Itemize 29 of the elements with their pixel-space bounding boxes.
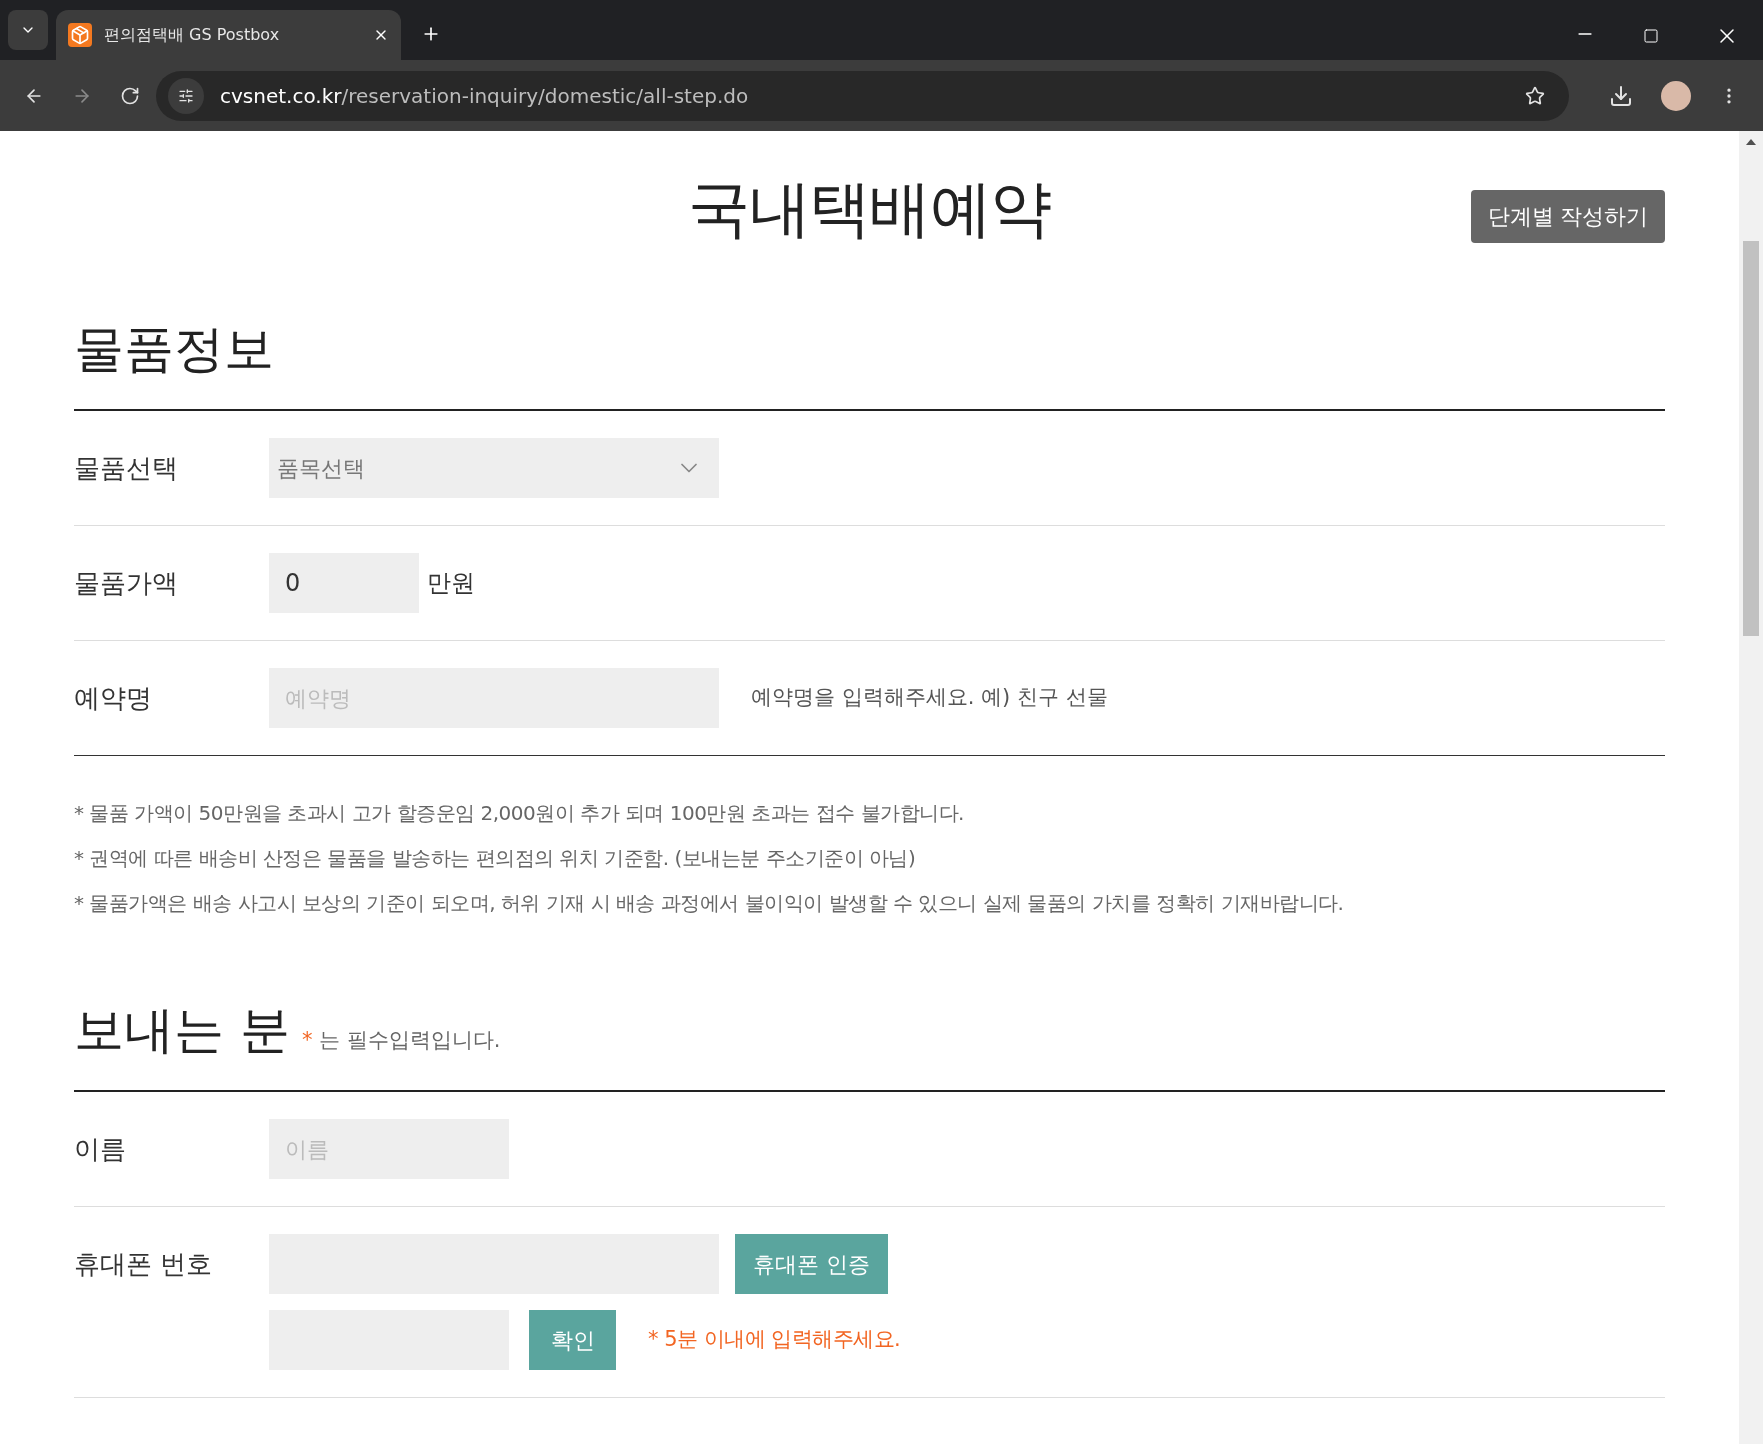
hint-text: 예약명을 입력해주세요. 예) 친구 선물 [751, 684, 1108, 712]
bookmark-star-icon[interactable] [1525, 85, 1545, 106]
url-text: cvsnet.co.kr/reservation-inquiry/domestic/all-step.do [220, 82, 750, 110]
field-label: 이름 [74, 1133, 127, 1166]
field-label: 휴대폰 번호 [74, 1248, 214, 1281]
notice-text: * 권역에 따른 배송비 산정은 물품을 발송하는 편의점의 위치 기준함. (보내는분 주소기준이 아님) [74, 845, 917, 872]
required-mark: * [301, 1027, 313, 1052]
field-label: 물품선택 [74, 452, 179, 485]
notice-text: * 물품가액은 배송 사고시 보상의 기준이 되오며, 허위 기재 시 배송 과정에서 불이익이 발생할 수 있으니 실제 물품의 가치를 정확히 기재바랍니다. [74, 890, 1345, 917]
timer-note: * 5분 이내에 입력해주세요. [648, 1326, 901, 1354]
download-icon[interactable] [1609, 83, 1633, 108]
site-settings-icon[interactable] [178, 87, 194, 104]
maximize-icon[interactable] [1643, 28, 1659, 44]
field-label: 예약명 [74, 682, 153, 715]
notice-text: * 물품 가액이 50만원을 초과시 고가 할증운임 2,000원이 추가 되며 100만원 초과는 접수 불가합니다. [74, 800, 965, 827]
item-select[interactable]: 품목선택 [269, 438, 719, 498]
page-title: 국내택배예약 [688, 170, 1051, 247]
step-write-button[interactable]: 단계별 작성하기 [1471, 190, 1665, 243]
field-label: 물품가액 [74, 567, 179, 600]
reload-icon[interactable] [120, 85, 140, 106]
section-heading: 물품정보 [74, 319, 275, 379]
address-bar[interactable]: cvsnet.co.kr/reservation-inquiry/domestic/all-step.do [156, 70, 1569, 121]
section-heading: 보내는 분 [74, 1000, 290, 1060]
box-icon [68, 23, 92, 47]
price-input[interactable]: 0 [269, 553, 419, 613]
required-note: 는 필수입력입니다. [319, 1027, 501, 1052]
browser-tab[interactable]: 편의점택배 GS Postbox [56, 10, 401, 60]
unit-label: 만원 [427, 568, 475, 599]
profile-avatar[interactable] [1661, 80, 1691, 111]
